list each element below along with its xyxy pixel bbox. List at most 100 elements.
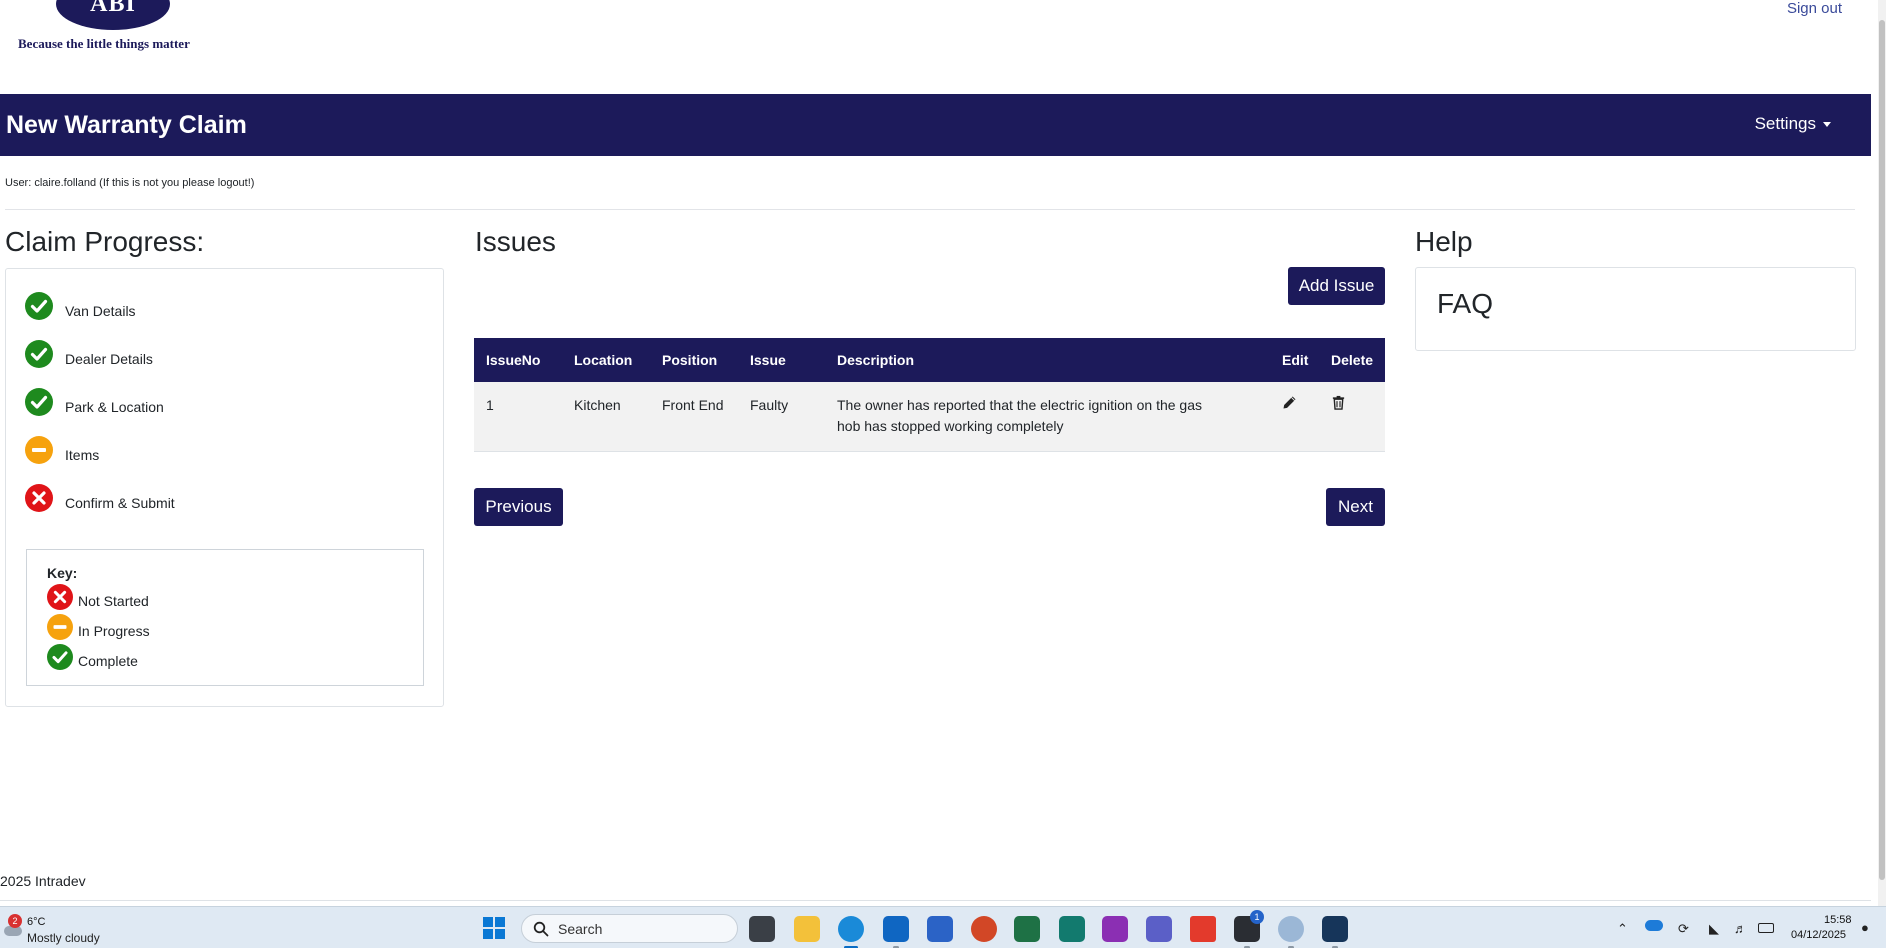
wifi-icon[interactable]: ◣ [1709, 921, 1719, 937]
check-circle-icon [25, 340, 53, 368]
key-label: Not Started [78, 593, 149, 609]
issues-table: IssueNo Location Position Issue Descript… [474, 338, 1385, 452]
windows-start-icon[interactable] [483, 917, 505, 939]
search-icon [533, 921, 549, 937]
table-header-row: IssueNo Location Position Issue Descript… [474, 338, 1385, 382]
divider [5, 209, 1855, 210]
key-label: Complete [78, 653, 138, 669]
column-header-issueno: IssueNo [486, 352, 541, 368]
onedrive-icon[interactable] [1645, 920, 1663, 931]
progress-step-park-location[interactable]: Park & Location [25, 387, 164, 417]
previous-button[interactable]: Previous [474, 488, 563, 526]
page-scrollbar-thumb[interactable] [1879, 20, 1885, 880]
check-circle-icon [25, 292, 53, 320]
onenote-icon[interactable] [1102, 916, 1128, 942]
chevron-up-icon[interactable]: ⌃ [1617, 921, 1628, 937]
notification-badge: 2 [8, 914, 22, 928]
acrobat-icon[interactable] [1190, 916, 1216, 942]
trash-icon[interactable] [1331, 395, 1346, 416]
key-item-in-progress: In Progress [47, 614, 150, 640]
faq-link[interactable]: FAQ [1437, 288, 1493, 320]
page-title: New Warranty Claim [6, 111, 247, 139]
notification-bell-icon[interactable]: ● [1861, 920, 1869, 935]
progress-step-van-details[interactable]: Van Details [25, 291, 136, 321]
step-label: Items [65, 447, 100, 463]
description-text: The owner has reported that the electric… [837, 397, 1202, 434]
help-heading: Help [1415, 226, 1473, 257]
key-title: Key: [47, 565, 78, 581]
task-view-icon[interactable] [749, 916, 775, 942]
cell-issue: Faulty [750, 397, 789, 413]
file-explorer-icon[interactable] [794, 916, 820, 942]
column-header-position: Position [662, 352, 718, 368]
current-user-notice: User: claire.folland (If this is not you… [5, 177, 255, 189]
cell-position: Front End [662, 397, 724, 413]
status-key: Key: Not Started In Progress Complete [26, 549, 424, 686]
minus-circle-icon [47, 614, 73, 640]
brand-logo: ABI Because the little things matter [18, 0, 218, 56]
column-header-issue: Issue [750, 352, 786, 368]
pencil-icon[interactable] [1282, 395, 1297, 416]
abi-logo: ABI [56, 0, 170, 30]
sync-icon[interactable]: ⟳ [1678, 921, 1689, 937]
app-badge: 1 [1250, 910, 1264, 924]
tagline: Because the little things matter [18, 36, 190, 51]
excel-icon[interactable] [1014, 916, 1040, 942]
step-label: Van Details [65, 303, 136, 319]
battery-icon[interactable] [1758, 923, 1774, 933]
cell-location: Kitchen [574, 397, 621, 413]
key-item-not-started: Not Started [47, 584, 149, 610]
check-circle-icon [25, 388, 53, 416]
next-button[interactable]: Next [1326, 488, 1385, 526]
check-circle-icon [47, 644, 73, 670]
cell-issue-no: 1 [486, 397, 494, 413]
claim-progress-heading: Claim Progress: [5, 226, 205, 257]
teams-icon[interactable] [1146, 916, 1172, 942]
step-label: Dealer Details [65, 351, 153, 367]
edge-icon[interactable] [838, 916, 864, 942]
key-item-complete: Complete [47, 644, 138, 670]
column-header-edit: Edit [1282, 352, 1309, 368]
settings-dropdown[interactable]: Settings [1755, 114, 1831, 134]
volume-icon[interactable]: ♬ [1734, 921, 1747, 936]
x-circle-icon [47, 584, 73, 610]
settings-label: Settings [1754, 114, 1816, 133]
step-label: Park & Location [65, 399, 164, 415]
remote-desktop-icon[interactable] [1278, 916, 1304, 942]
help-panel: FAQ [1415, 267, 1856, 351]
weather-widget[interactable]: 2 6°C Mostly cloudy [2, 912, 112, 946]
x-circle-icon [25, 484, 53, 512]
search-label: Search [558, 921, 603, 937]
footer-copyright: 2025 Intradev [0, 873, 86, 889]
tasks-icon[interactable] [1322, 916, 1348, 942]
step-label: Confirm & Submit [65, 495, 175, 511]
progress-step-items[interactable]: Items [25, 435, 99, 465]
sign-out-link[interactable]: Sign out [1787, 0, 1842, 17]
logo-text: ABI [90, 0, 136, 17]
project-icon[interactable] [1059, 916, 1085, 942]
progress-step-confirm-submit[interactable]: Confirm & Submit [25, 483, 175, 513]
clock-time[interactable]: 15:58 [1824, 914, 1852, 926]
windows-taskbar: 2 6°C Mostly cloudy Search 1 ⌃ ⟳ ◣ ♬ 15:… [0, 906, 1886, 948]
cell-delete [1319, 382, 1385, 451]
powerpoint-icon[interactable] [971, 916, 997, 942]
clock-date[interactable]: 04/12/2025 [1791, 929, 1846, 941]
claim-progress-panel: Van Details Dealer Details Park & Locati… [5, 268, 444, 707]
outlook-icon[interactable] [883, 916, 909, 942]
word-icon[interactable] [927, 916, 953, 942]
minus-circle-icon [25, 436, 53, 464]
weather-temperature: 6°C [27, 916, 46, 928]
add-issue-button[interactable]: Add Issue [1288, 267, 1385, 305]
key-label: In Progress [78, 623, 150, 639]
table-row: 1 Kitchen Front End Faulty The owner has… [474, 382, 1385, 451]
weather-condition: Mostly cloudy [27, 931, 100, 945]
progress-step-dealer-details[interactable]: Dealer Details [25, 339, 153, 369]
footer-divider [0, 900, 1871, 901]
column-header-location: Location [574, 352, 633, 368]
taskbar-search[interactable]: Search [521, 914, 738, 943]
issues-heading: Issues [475, 226, 556, 257]
cell-description: The owner has reported that the electric… [825, 382, 1270, 451]
navbar: New Warranty Claim Settings [0, 94, 1871, 156]
column-header-description: Description [837, 352, 915, 368]
caret-down-icon [1823, 122, 1831, 128]
